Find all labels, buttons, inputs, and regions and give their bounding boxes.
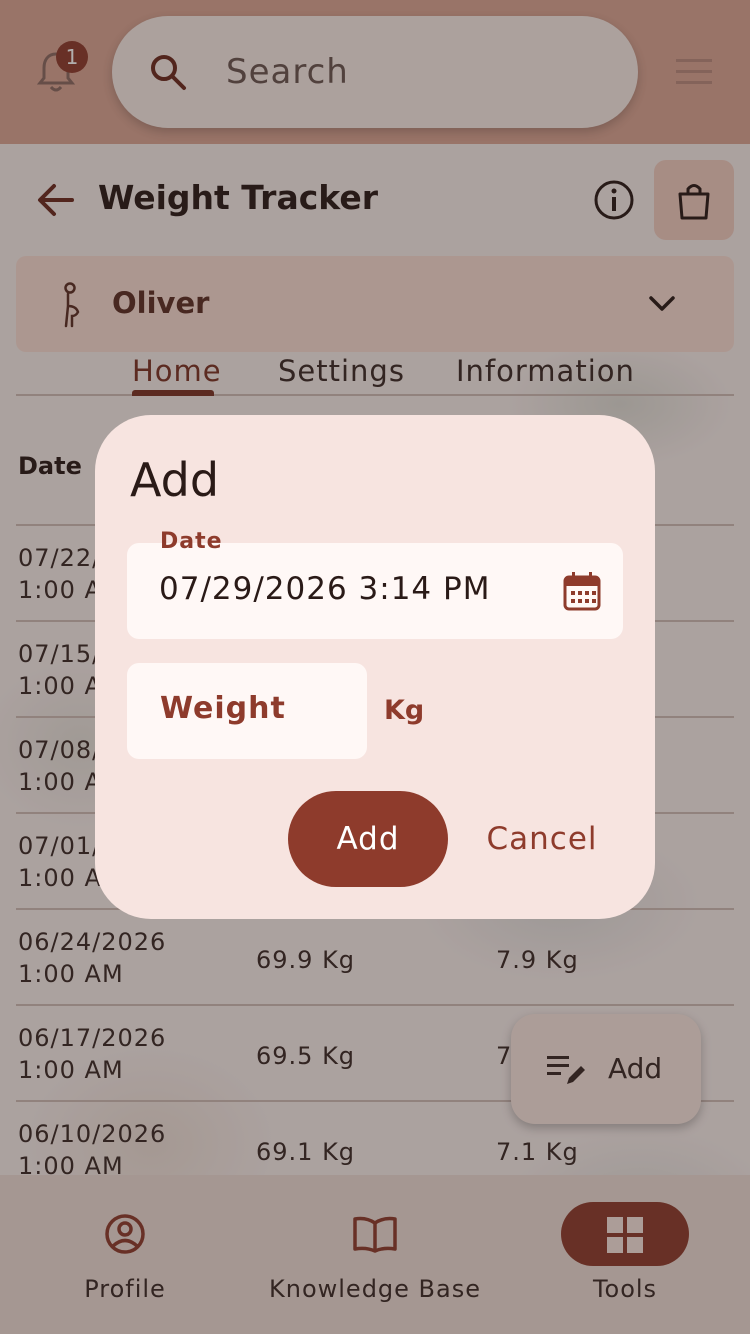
weight-input[interactable]: Weight: [127, 663, 367, 759]
add-entry-dialog: Add Date 07/29/2026 3:14 PM Weight Kg Ad…: [95, 415, 655, 919]
cancel-button[interactable]: Cancel: [479, 791, 605, 887]
date-field-value: 07/29/2026 3:14 PM: [159, 571, 491, 607]
date-field-label: Date: [160, 529, 223, 554]
add-button[interactable]: Add: [288, 791, 448, 887]
weight-placeholder: Weight: [160, 691, 286, 726]
dialog-title: Add: [130, 453, 220, 507]
date-field[interactable]: Date 07/29/2026 3:14 PM: [127, 529, 623, 639]
calendar-icon[interactable]: [563, 571, 601, 611]
weight-unit-label: Kg: [384, 695, 425, 726]
